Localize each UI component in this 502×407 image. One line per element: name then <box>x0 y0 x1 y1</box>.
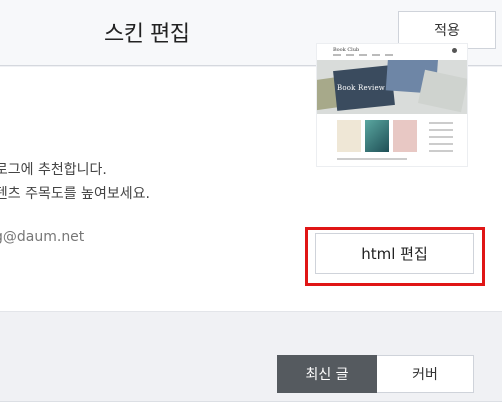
thumbnail-post-card <box>337 120 361 152</box>
thumbnail-footer-line <box>337 158 407 160</box>
skin-description-line-2: 콘텐츠 주목도를 높여보세요. <box>0 186 150 202</box>
skin-preview-thumbnail: Book Club Book Review <box>316 43 468 167</box>
thumbnail-hero-title: Book Review <box>337 84 385 92</box>
html-edit-button[interactable]: html 편집 <box>315 233 474 274</box>
thumbnail-nav-links <box>333 54 393 56</box>
thumbnail-nav: Book Club <box>317 44 467 60</box>
thumbnail-sidebar <box>429 122 453 157</box>
skin-description-line-1: 블로그에 추천합니다. <box>0 162 107 178</box>
tab-cover[interactable]: 커버 <box>377 355 474 393</box>
thumbnail-hero-image: Book Review <box>317 60 467 114</box>
thumbnail-profile-icon <box>452 48 457 53</box>
tab-latest-posts[interactable]: 최신 글 <box>277 355 377 393</box>
author-email: g@daum.net <box>0 229 85 245</box>
thumbnail-logo: Book Club <box>333 47 360 53</box>
thumbnail-post-card <box>365 120 389 152</box>
thumbnail-post-card <box>393 120 417 152</box>
page-title: 스킨 편집 <box>104 22 190 47</box>
tab-content-panel <box>0 401 502 407</box>
